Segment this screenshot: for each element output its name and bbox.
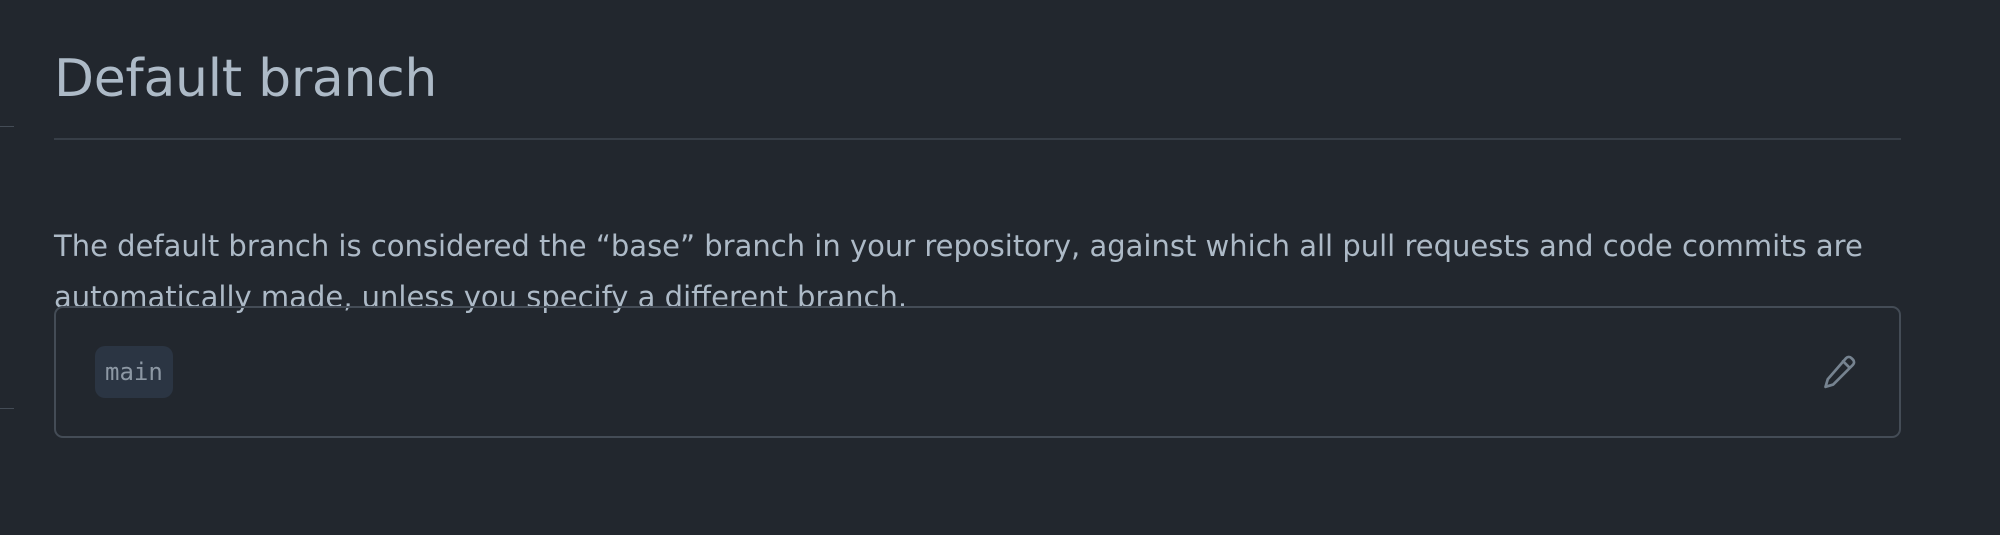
- default-branch-box: main: [54, 306, 1901, 438]
- title-divider: [54, 138, 1901, 140]
- edit-default-branch-button[interactable]: [1817, 350, 1861, 394]
- default-branch-section: Default branch The default branch is con…: [54, 40, 1901, 438]
- branch-name-badge: main: [95, 346, 173, 398]
- section-title: Default branch: [54, 49, 438, 109]
- sidebar-divider: [0, 126, 14, 127]
- pencil-icon: [1821, 354, 1857, 390]
- sidebar-divider: [0, 408, 14, 409]
- default-branch-settings-page: Default branch The default branch is con…: [0, 0, 2000, 535]
